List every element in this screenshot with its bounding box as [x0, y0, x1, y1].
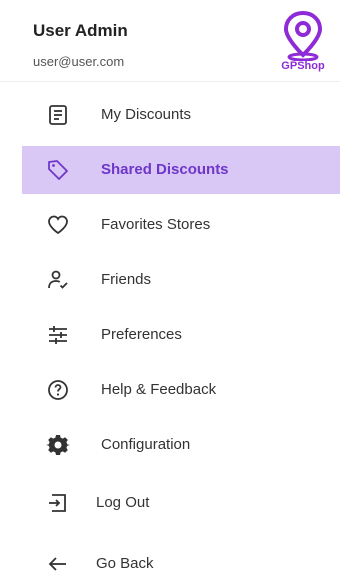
menu-label-help-feedback: Help & Feedback	[101, 381, 217, 398]
gear-icon	[46, 433, 70, 457]
user-name: User Admin	[33, 21, 128, 40]
logo-text: GPShop	[281, 60, 325, 72]
sliders-icon	[46, 323, 70, 347]
help-circle-icon	[46, 378, 70, 402]
menu-label-friends: Friends	[101, 271, 152, 288]
user-email: user@user.com	[33, 54, 125, 69]
menu-item-favorites-stores[interactable]: Favorites Stores	[22, 201, 340, 249]
person-check-icon	[46, 268, 70, 292]
gpshop-logo: GPShop	[270, 9, 336, 79]
location-pin-icon	[283, 10, 323, 62]
menu-item-go-back[interactable]: Go Back	[22, 540, 340, 588]
menu-label-log-out: Log Out	[96, 494, 150, 511]
drawer-header: User Admin user@user.com GPShop	[0, 0, 340, 82]
heart-icon	[46, 213, 70, 237]
menu-label-favorites-stores: Favorites Stores	[101, 216, 211, 233]
menu-item-shared-discounts[interactable]: Shared Discounts	[22, 146, 340, 194]
menu-item-log-out[interactable]: Log Out	[22, 479, 340, 527]
menu-item-preferences[interactable]: Preferences	[22, 311, 340, 359]
menu-label-preferences: Preferences	[101, 326, 182, 343]
menu-item-help-feedback[interactable]: Help & Feedback	[22, 366, 340, 414]
menu-label-configuration: Configuration	[101, 436, 191, 453]
menu-item-my-discounts[interactable]: My Discounts	[22, 91, 340, 139]
menu-label-shared-discounts: Shared Discounts	[101, 161, 229, 178]
menu-label-my-discounts: My Discounts	[101, 106, 192, 123]
arrow-left-icon	[46, 552, 70, 576]
document-icon	[46, 103, 70, 127]
logout-icon	[46, 491, 70, 515]
menu-item-friends[interactable]: Friends	[22, 256, 340, 304]
menu-item-configuration[interactable]: Configuration	[22, 421, 340, 469]
menu-label-go-back: Go Back	[96, 555, 154, 572]
tag-icon	[46, 158, 70, 182]
